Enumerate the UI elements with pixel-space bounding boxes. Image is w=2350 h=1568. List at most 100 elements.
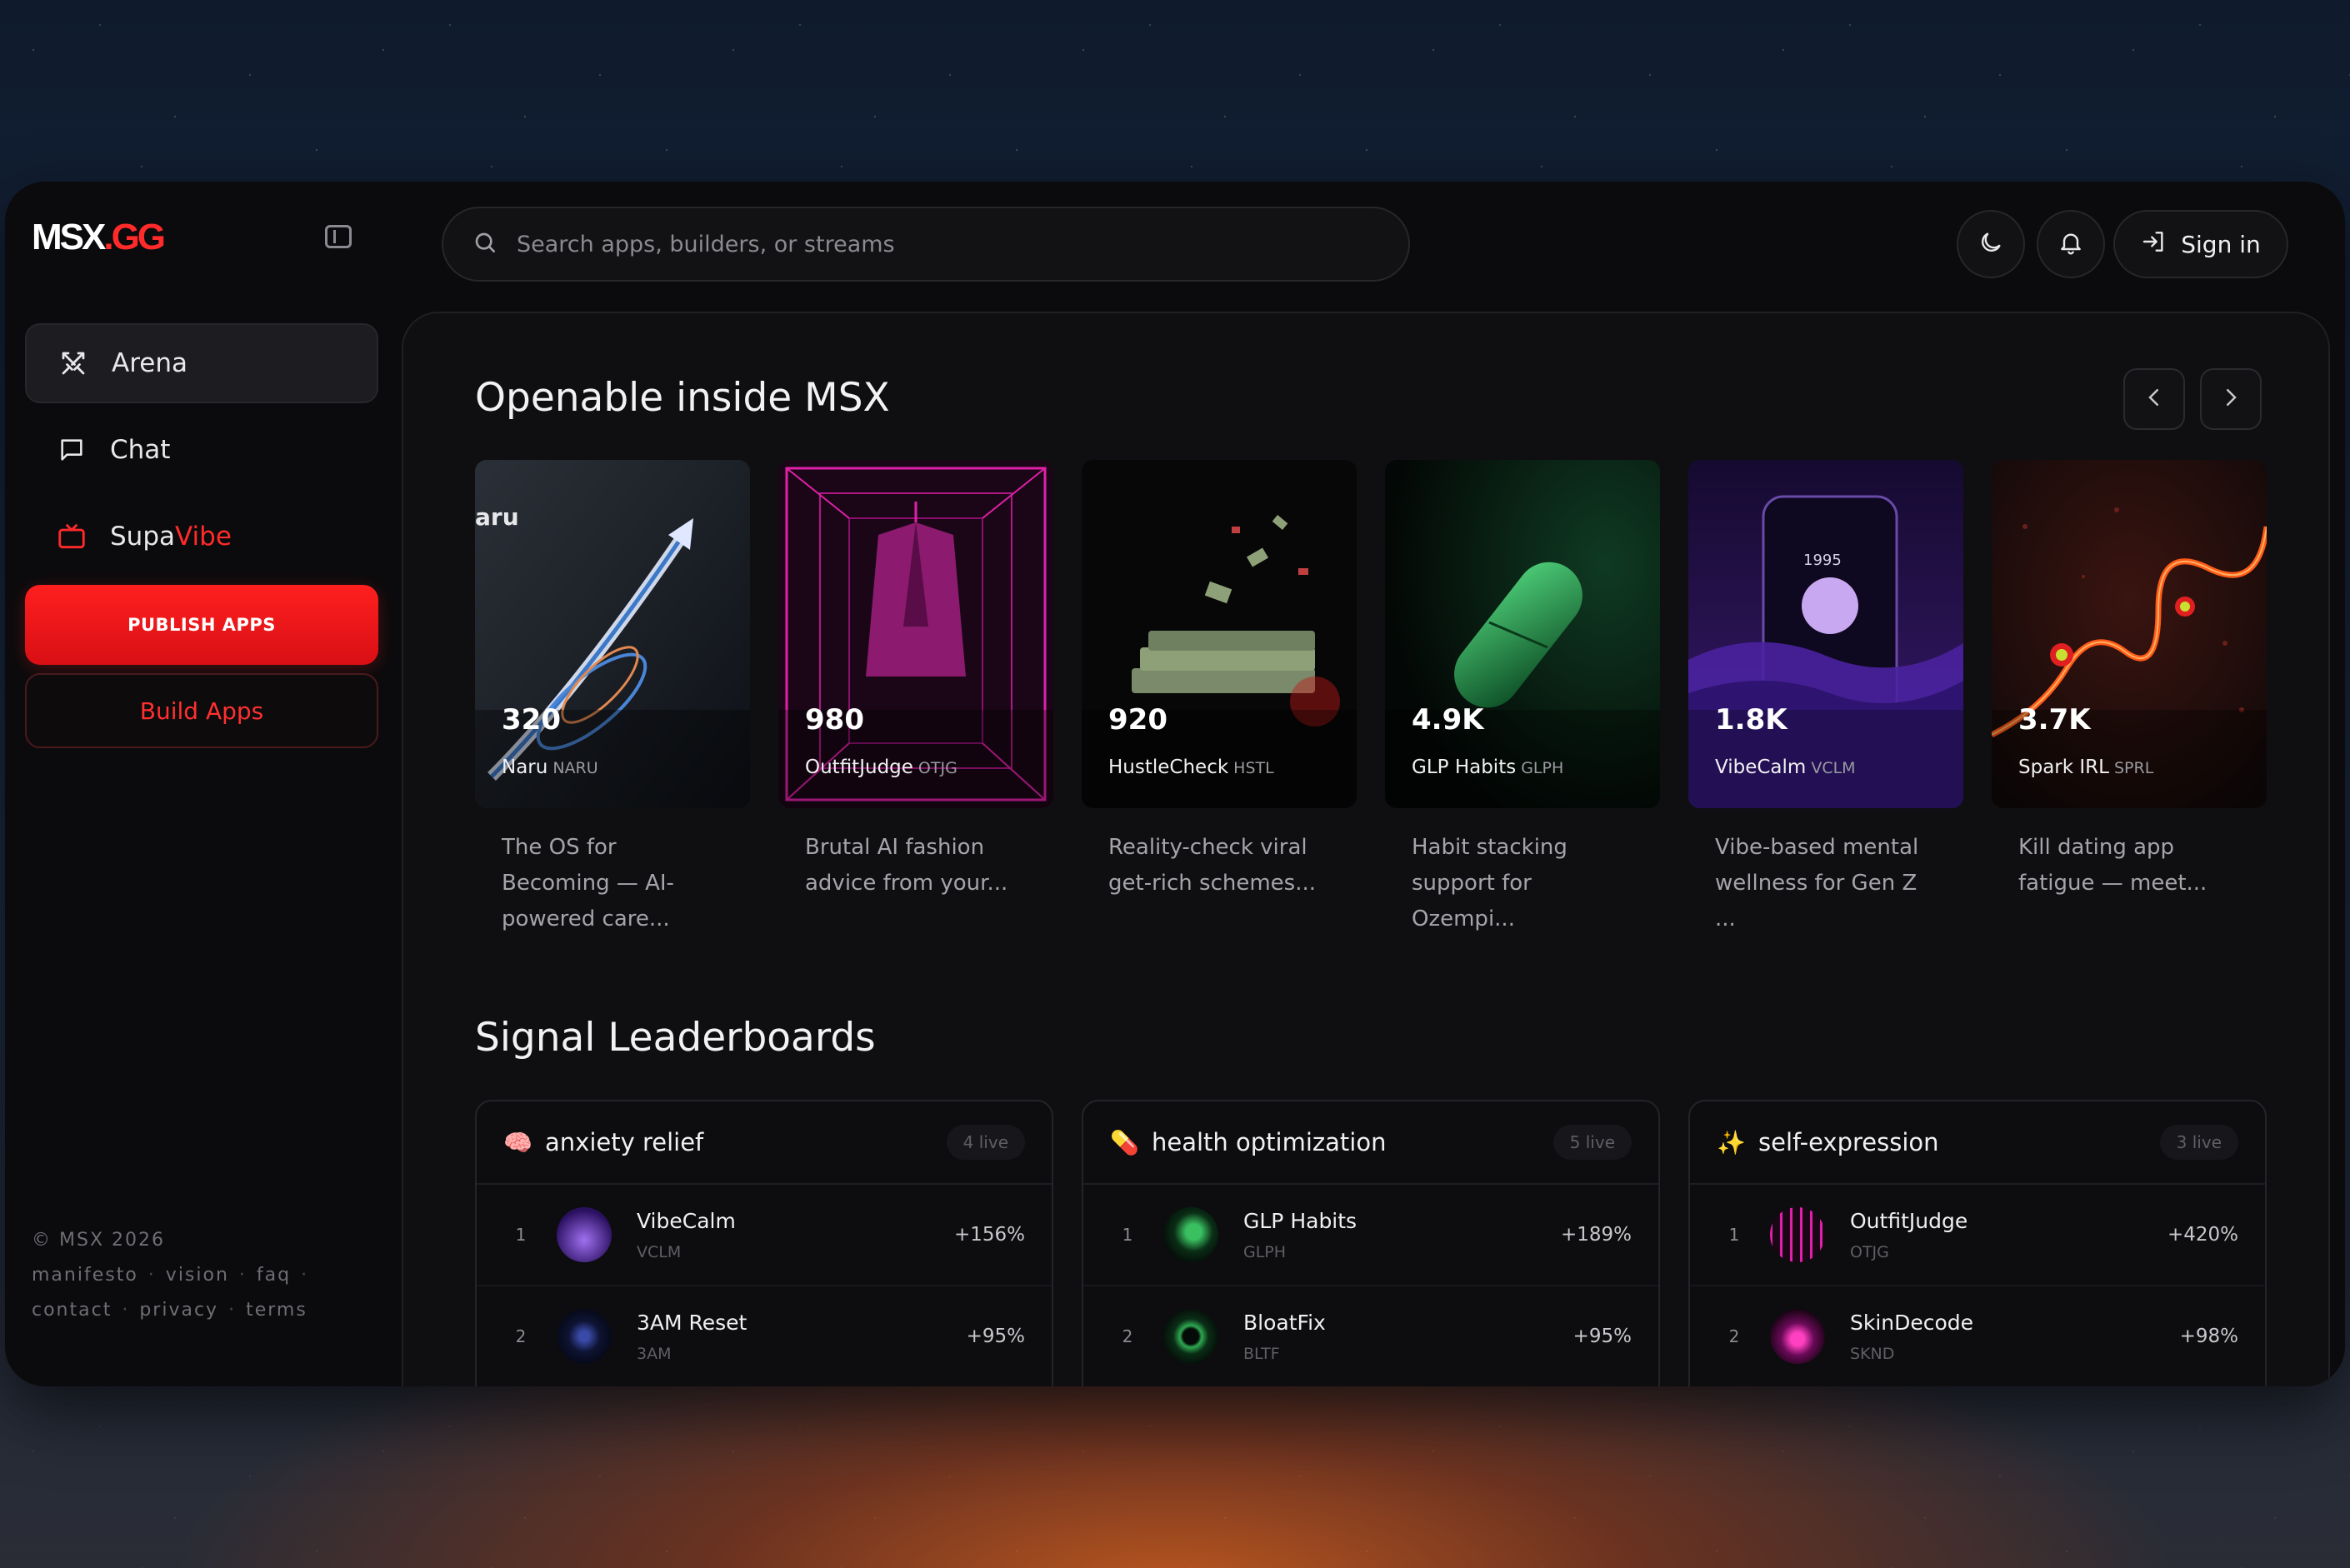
leaderboard-row[interactable]: 2 SkinDecode SKND +98%	[1690, 1286, 2265, 1386]
app-avatar	[1770, 1309, 1825, 1364]
publish-apps-button[interactable]: PUBLISH APPS	[25, 585, 378, 665]
leaderboard-row[interactable]: 1 GLP Habits GLPH +189%	[1083, 1185, 1658, 1286]
sidebar-item-supavibe[interactable]: SupaVibe	[25, 497, 378, 577]
leaderboard-self-expression: ✨ self-expression 3 live 1 OutfitJudge OT…	[1688, 1100, 2267, 1386]
leaderboard-title: health optimization	[1152, 1128, 1387, 1156]
notifications-button[interactable]	[2037, 210, 2105, 278]
row-ticker: BLTF	[1243, 1344, 1280, 1363]
openable-section-title: Openable inside MSX	[475, 375, 890, 421]
row-ticker: GLPH	[1243, 1242, 1287, 1261]
row-delta: +95%	[1572, 1326, 1632, 1347]
sidebar-toggle-icon[interactable]	[325, 225, 352, 248]
chevron-left-icon	[2142, 385, 2167, 413]
leaderboard-header[interactable]: 🧠 anxiety relief 4 live	[477, 1101, 1052, 1185]
moon-icon	[1978, 229, 2004, 259]
app-card-outfitjudge[interactable]: 980 OutfitJudge OTJG Brutal AI fashion ad…	[778, 460, 1053, 937]
sign-in-icon	[2141, 228, 2181, 261]
card-name: OutfitJudge OTJG	[805, 757, 958, 778]
vibecalm-screen-text: 1995	[1803, 552, 1842, 569]
card-description: Brutal AI fashion advice from your...	[805, 835, 1008, 896]
carousel-next-button[interactable]	[2200, 368, 2262, 430]
leaderboard-header[interactable]: ✨ self-expression 3 live	[1690, 1101, 2265, 1185]
card-name-text: OutfitJudge	[805, 757, 913, 778]
card-thumbnail: 4.9K GLP Habits GLPH	[1385, 460, 1660, 808]
tv-icon	[55, 520, 88, 553]
card-name: Naru NARU	[502, 757, 598, 778]
crossed-swords-icon	[57, 347, 90, 380]
naru-brand-text: aru	[475, 503, 519, 531]
sidebar: MSX.GG Arena Chat SupaVibe PUBLISH APPS …	[5, 182, 397, 1386]
card-description: Habit stacking support for Ozempi...	[1412, 835, 1568, 931]
app-avatar	[1770, 1207, 1825, 1262]
row-name: SkinDecode	[1850, 1310, 1974, 1335]
card-count: 4.9K	[1412, 703, 1484, 737]
app-card-glp-habits[interactable]: 4.9K GLP Habits GLPH Habit stacking suppo…	[1385, 460, 1660, 937]
row-name: 3AM Reset	[637, 1310, 748, 1335]
row-rank: 2	[515, 1326, 527, 1346]
footer-link-privacy[interactable]: privacy	[139, 1300, 218, 1321]
card-ticker: VCLM	[1811, 759, 1856, 777]
row-name: VibeCalm	[637, 1208, 736, 1233]
footer-link-manifesto[interactable]: manifesto	[32, 1265, 138, 1286]
starfield-background-bottom	[0, 1401, 2350, 1568]
live-count-badge: 4 live	[946, 1125, 1025, 1160]
app-card-vibecalm[interactable]: 1995 1.8K VibeCalm VCLM Vibe-based mental…	[1688, 460, 1963, 937]
live-count-badge: 3 live	[2159, 1125, 2238, 1160]
card-name-text: GLP Habits	[1412, 757, 1517, 778]
card-count: 320	[502, 703, 561, 737]
card-ticker: SPRL	[2113, 759, 2154, 777]
card-ticker: NARU	[552, 759, 598, 777]
sign-in-button[interactable]: Sign in	[2113, 210, 2288, 278]
footer-link-faq[interactable]: faq	[257, 1265, 291, 1286]
row-rank: 1	[1122, 1225, 1133, 1245]
row-name: GLP Habits	[1243, 1208, 1358, 1233]
openable-carousel: aru 320 Naru NARU The OS for Becoming — A…	[475, 460, 2267, 937]
search-icon	[472, 229, 498, 259]
carousel-prev-button[interactable]	[2123, 368, 2185, 430]
card-name: VibeCalm VCLM	[1715, 757, 1856, 778]
search-input[interactable]	[517, 231, 1383, 257]
card-ticker: HSTL	[1233, 759, 1274, 777]
app-avatar	[557, 1207, 612, 1262]
logo-main-text: MSX	[32, 217, 106, 257]
msx-logo[interactable]: MSX.GG	[32, 217, 166, 258]
card-thumbnail: 3.7K Spark IRL SPRL	[1992, 460, 2267, 808]
starfield-background	[0, 0, 2350, 200]
sidebar-item-chat[interactable]: Chat	[25, 410, 378, 490]
theme-toggle-button[interactable]	[1957, 210, 2025, 278]
leaderboard-row[interactable]: 2 3AM Reset 3AM +95%	[477, 1286, 1052, 1386]
row-ticker: VCLM	[637, 1242, 682, 1261]
sidebar-footer: © MSX 2026 manifesto · vision · faq · contact…	[32, 1223, 318, 1328]
leaderboard-health-optimization: 💊 health optimization 5 live 1 GLP Habit…	[1082, 1100, 1660, 1386]
brain-icon: 🧠	[503, 1128, 532, 1156]
row-ticker: OTJG	[1850, 1242, 1889, 1261]
footer-link-vision[interactable]: vision	[166, 1265, 229, 1286]
build-apps-button[interactable]: Build Apps	[25, 673, 378, 748]
card-count: 3.7K	[2018, 703, 2091, 737]
sidebar-item-arena[interactable]: Arena	[25, 323, 378, 403]
row-rank: 2	[1122, 1326, 1133, 1346]
leaderboard-row[interactable]: 2 BloatFix BLTF +95%	[1083, 1286, 1658, 1386]
chevron-right-icon	[2218, 385, 2243, 413]
row-rank: 1	[515, 1225, 527, 1245]
card-count: 1.8K	[1715, 703, 1788, 737]
card-ticker: OTJG	[918, 759, 958, 777]
app-card-spark-irl[interactable]: 3.7K Spark IRL SPRL Kill dating app fatig…	[1992, 460, 2267, 937]
card-count: 920	[1108, 703, 1168, 737]
bell-icon	[2058, 229, 2084, 259]
card-name: HustleCheck HSTL	[1108, 757, 1274, 778]
leaderboard-title: anxiety relief	[545, 1128, 704, 1156]
footer-link-contact[interactable]: contact	[32, 1300, 112, 1321]
leaderboard-row[interactable]: 1 OutfitJudge OTJG +420%	[1690, 1185, 2265, 1286]
leaderboard-header[interactable]: 💊 health optimization 5 live	[1083, 1101, 1658, 1185]
app-card-naru[interactable]: aru 320 Naru NARU The OS for Becoming — A…	[475, 460, 750, 937]
leaderboard-row[interactable]: 1 VibeCalm VCLM +156%	[477, 1185, 1052, 1286]
sparkles-icon: ✨	[1717, 1128, 1746, 1156]
card-name: GLP Habits GLPH	[1412, 757, 1563, 778]
app-avatar	[557, 1309, 612, 1364]
card-description: The OS for Becoming — AI-powered care...	[502, 835, 674, 931]
search-bar[interactable]	[442, 207, 1410, 282]
app-window: MSX.GG Arena Chat SupaVibe PUBLISH APPS …	[5, 182, 2345, 1386]
footer-link-terms[interactable]: terms	[246, 1300, 308, 1321]
app-card-hustlecheck[interactable]: 920 HustleCheck HSTL Reality-check viral …	[1082, 460, 1357, 937]
